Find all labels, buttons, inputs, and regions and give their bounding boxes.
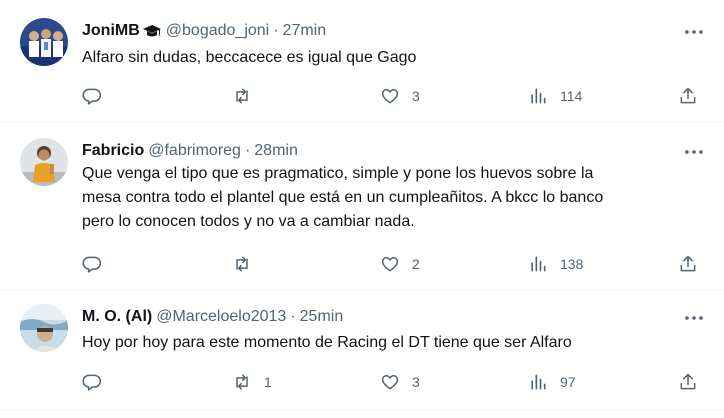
reply-button[interactable] — [82, 252, 114, 276]
reply-icon — [82, 88, 102, 105]
tweet-header: JoniMB @bogado_joni · 27min — [82, 20, 326, 42]
retweet-button[interactable] — [232, 252, 264, 276]
more-icon — [685, 316, 703, 320]
views-icon — [531, 374, 546, 390]
views-count: 114 — [560, 88, 583, 104]
like-button[interactable]: 3 — [380, 370, 420, 394]
views-count: 138 — [560, 256, 584, 272]
user-handle[interactable]: @bogado_joni — [166, 22, 269, 40]
views-button[interactable]: 97 — [528, 370, 576, 394]
reply-feed: JoniMB @bogado_joni · 27min Alfaro sin d… — [0, 0, 724, 418]
separator: · — [290, 308, 296, 325]
retweet-icon — [236, 374, 248, 390]
heart-icon — [381, 89, 399, 104]
avatar[interactable] — [20, 18, 68, 66]
display-name[interactable]: Fabricio — [82, 142, 144, 160]
tweet[interactable]: M. O. (Al) @Marceloelo2013 · 25min Hoy p… — [0, 290, 724, 410]
display-name[interactable]: JoniMB — [82, 22, 140, 40]
like-button[interactable]: 3 — [380, 84, 420, 108]
retweet-icon — [236, 256, 248, 272]
tweet-text: Hoy por hoy para este momento de Racing … — [82, 334, 572, 351]
timestamp[interactable]: 28min — [254, 142, 298, 160]
avatar[interactable] — [20, 304, 68, 352]
tweet-text: Alfaro sin dudas, beccacece es igual que… — [82, 49, 417, 66]
share-icon — [680, 373, 696, 390]
retweet-button[interactable]: 1 — [232, 370, 272, 394]
tweet-text: Que venga el tipo que es pragmatico, sim… — [82, 165, 604, 230]
views-icon — [531, 88, 546, 104]
action-bar: 1 3 97 — [0, 370, 724, 394]
timestamp[interactable]: 25min — [300, 308, 344, 326]
retweet-icon — [236, 88, 248, 104]
like-count: 3 — [412, 88, 420, 104]
user-handle[interactable]: @fabrimoreg — [148, 142, 241, 160]
more-button[interactable] — [682, 142, 706, 162]
separator: · — [244, 142, 251, 159]
user-handle[interactable]: @Marceloelo2013 — [156, 308, 286, 326]
action-bar: 3 114 — [0, 84, 724, 108]
like-count: 2 — [412, 256, 420, 272]
views-count: 97 — [560, 374, 576, 390]
more-button[interactable] — [682, 308, 706, 328]
more-button[interactable] — [682, 22, 706, 42]
share-button[interactable] — [678, 84, 698, 108]
like-count: 3 — [412, 374, 420, 390]
like-button[interactable]: 2 — [380, 252, 420, 276]
reply-button[interactable] — [82, 370, 114, 394]
separator: · — [273, 22, 279, 39]
heart-icon — [381, 375, 399, 390]
share-icon — [680, 255, 696, 272]
heart-icon — [381, 257, 399, 272]
action-bar: 2 138 — [0, 252, 724, 276]
avatar[interactable] — [20, 138, 68, 186]
views-icon — [531, 256, 546, 272]
views-button[interactable]: 114 — [528, 84, 582, 108]
tweet-header: Fabricio @fabrimoreg · 28min — [82, 140, 298, 162]
retweet-count: 1 — [264, 374, 272, 390]
share-icon — [680, 87, 696, 104]
timestamp[interactable]: 27min — [283, 22, 327, 40]
more-icon — [685, 150, 703, 154]
graduation-cap-icon — [142, 23, 162, 39]
share-button[interactable] — [678, 252, 698, 276]
tweet[interactable]: Fabricio @fabrimoreg · 28min Que venga e… — [0, 122, 724, 290]
reply-icon — [82, 374, 102, 391]
share-button[interactable] — [678, 370, 698, 394]
views-button[interactable]: 138 — [528, 252, 583, 276]
display-name[interactable]: M. O. (Al) — [82, 308, 152, 326]
tweet-header: M. O. (Al) @Marceloelo2013 · 25min — [82, 306, 343, 328]
retweet-button[interactable] — [232, 84, 264, 108]
reply-button[interactable] — [82, 84, 114, 108]
tweet[interactable]: JoniMB @bogado_joni · 27min Alfaro sin d… — [0, 0, 724, 122]
more-icon — [685, 30, 703, 34]
reply-icon — [82, 256, 102, 273]
